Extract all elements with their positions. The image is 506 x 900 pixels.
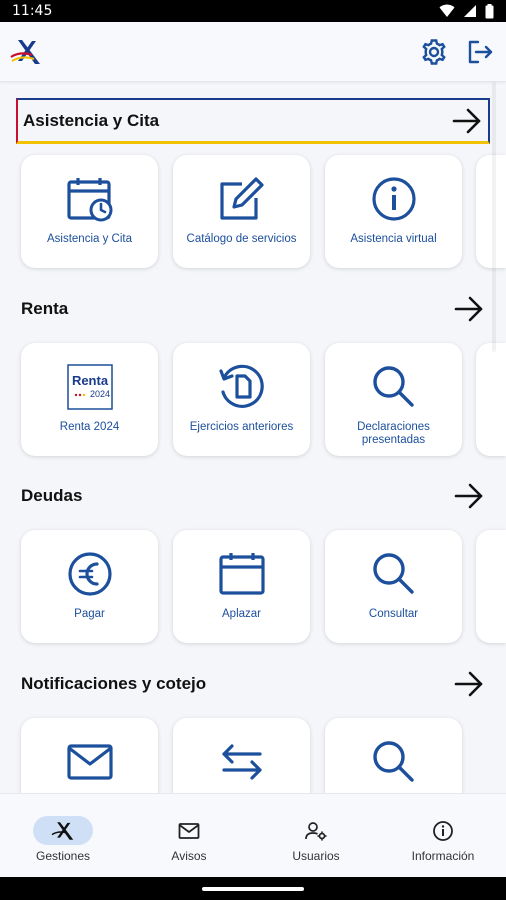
section-title: Deudas — [21, 486, 83, 505]
card-label: Declaraciones presentadas — [357, 421, 430, 446]
card-label: Asistencia y Cita — [46, 233, 132, 245]
arrow-right-icon[interactable] — [454, 483, 484, 509]
nav-item-usuarios[interactable]: Usuarios — [253, 794, 379, 878]
info-icon — [433, 820, 453, 841]
card-label: Ejercicios anteriores — [189, 421, 294, 433]
status-bar: 11:45 — [0, 0, 506, 22]
nav-label: Gestiones — [35, 849, 91, 863]
card-partial[interactable] — [476, 155, 506, 268]
section-header-deudas[interactable]: Deudas — [16, 473, 490, 519]
bottom-nav: Gestiones Avisos Usuarios Información — [0, 793, 506, 877]
svg-text:2024: 2024 — [89, 389, 109, 399]
arrow-right-icon[interactable] — [454, 671, 484, 697]
section-title: Notificaciones y cotejo — [21, 674, 207, 693]
home-handle[interactable] — [202, 887, 304, 891]
nav-item-avisos[interactable]: Avisos — [126, 794, 252, 878]
card-label: Pagar — [74, 608, 105, 620]
swap-arrows-icon — [221, 744, 262, 780]
card-asistencia-y-cita[interactable]: Asistencia y Cita — [21, 155, 158, 268]
card-label: Aplazar — [222, 608, 261, 620]
svg-text:Renta: Renta — [71, 373, 108, 388]
search-icon — [372, 553, 414, 594]
section-header-renta[interactable]: Renta — [16, 286, 490, 332]
info-icon — [371, 177, 416, 221]
search-icon — [372, 741, 414, 782]
card-declaraciones-presentadas[interactable]: Declaraciones presentadas — [325, 343, 462, 456]
aeat-logo-icon[interactable] — [10, 37, 42, 67]
nav-label: Avisos — [171, 849, 207, 863]
card-label: Asistencia virtual — [350, 233, 437, 245]
aeat-logo-icon — [51, 821, 74, 840]
status-time: 11:45 — [12, 3, 53, 19]
mail-icon — [178, 822, 200, 839]
user-settings-icon — [305, 821, 327, 840]
arrow-right-icon[interactable] — [454, 296, 484, 322]
card-pagar[interactable]: Pagar — [21, 530, 158, 643]
card-renta-2024[interactable]: Renta 2024 Renta 2024 — [21, 343, 158, 456]
card-consultar[interactable]: Consultar — [325, 530, 462, 643]
card-label: Consultar — [368, 608, 419, 620]
card-label: Renta 2024 — [59, 421, 120, 433]
section-header-asistencia[interactable]: Asistencia y Cita — [16, 98, 490, 144]
scrollbar[interactable] — [492, 82, 496, 352]
history-document-icon — [218, 364, 264, 408]
card-aplazar[interactable]: Aplazar — [173, 530, 310, 643]
battery-icon — [485, 3, 494, 18]
nav-item-informacion[interactable]: Información — [380, 794, 506, 878]
calendar-clock-icon — [66, 178, 112, 222]
card-partial[interactable] — [476, 343, 506, 456]
signal-icon — [464, 5, 476, 17]
nav-item-gestiones[interactable]: Gestiones — [0, 794, 126, 878]
gear-icon[interactable] — [420, 38, 448, 66]
renta-2024-logo: Renta 2024 — [66, 364, 113, 410]
app-bar — [0, 22, 506, 82]
edit-icon — [219, 177, 264, 220]
section-header-notificaciones[interactable]: Notificaciones y cotejo — [16, 661, 490, 707]
section-title: Asistencia y Cita — [23, 110, 160, 130]
arrow-right-icon[interactable] — [452, 108, 482, 134]
nav-label: Información — [411, 849, 475, 863]
card-label: Catálogo de servicios — [186, 233, 297, 245]
euro-icon — [67, 552, 112, 596]
card-ejercicios-anteriores[interactable]: Ejercicios anteriores — [173, 343, 310, 456]
card-partial[interactable] — [476, 530, 506, 643]
status-icons — [439, 3, 494, 19]
card-catalogo-servicios[interactable]: Catálogo de servicios — [173, 155, 310, 268]
gesture-bar — [0, 877, 506, 900]
mail-icon — [66, 744, 113, 780]
calendar-icon — [218, 553, 265, 595]
wifi-icon — [439, 4, 455, 17]
nav-label: Usuarios — [292, 849, 340, 863]
logout-icon[interactable] — [466, 38, 494, 66]
search-icon — [372, 366, 414, 407]
card-asistencia-virtual[interactable]: Asistencia virtual — [325, 155, 462, 268]
section-title: Renta — [21, 299, 69, 318]
